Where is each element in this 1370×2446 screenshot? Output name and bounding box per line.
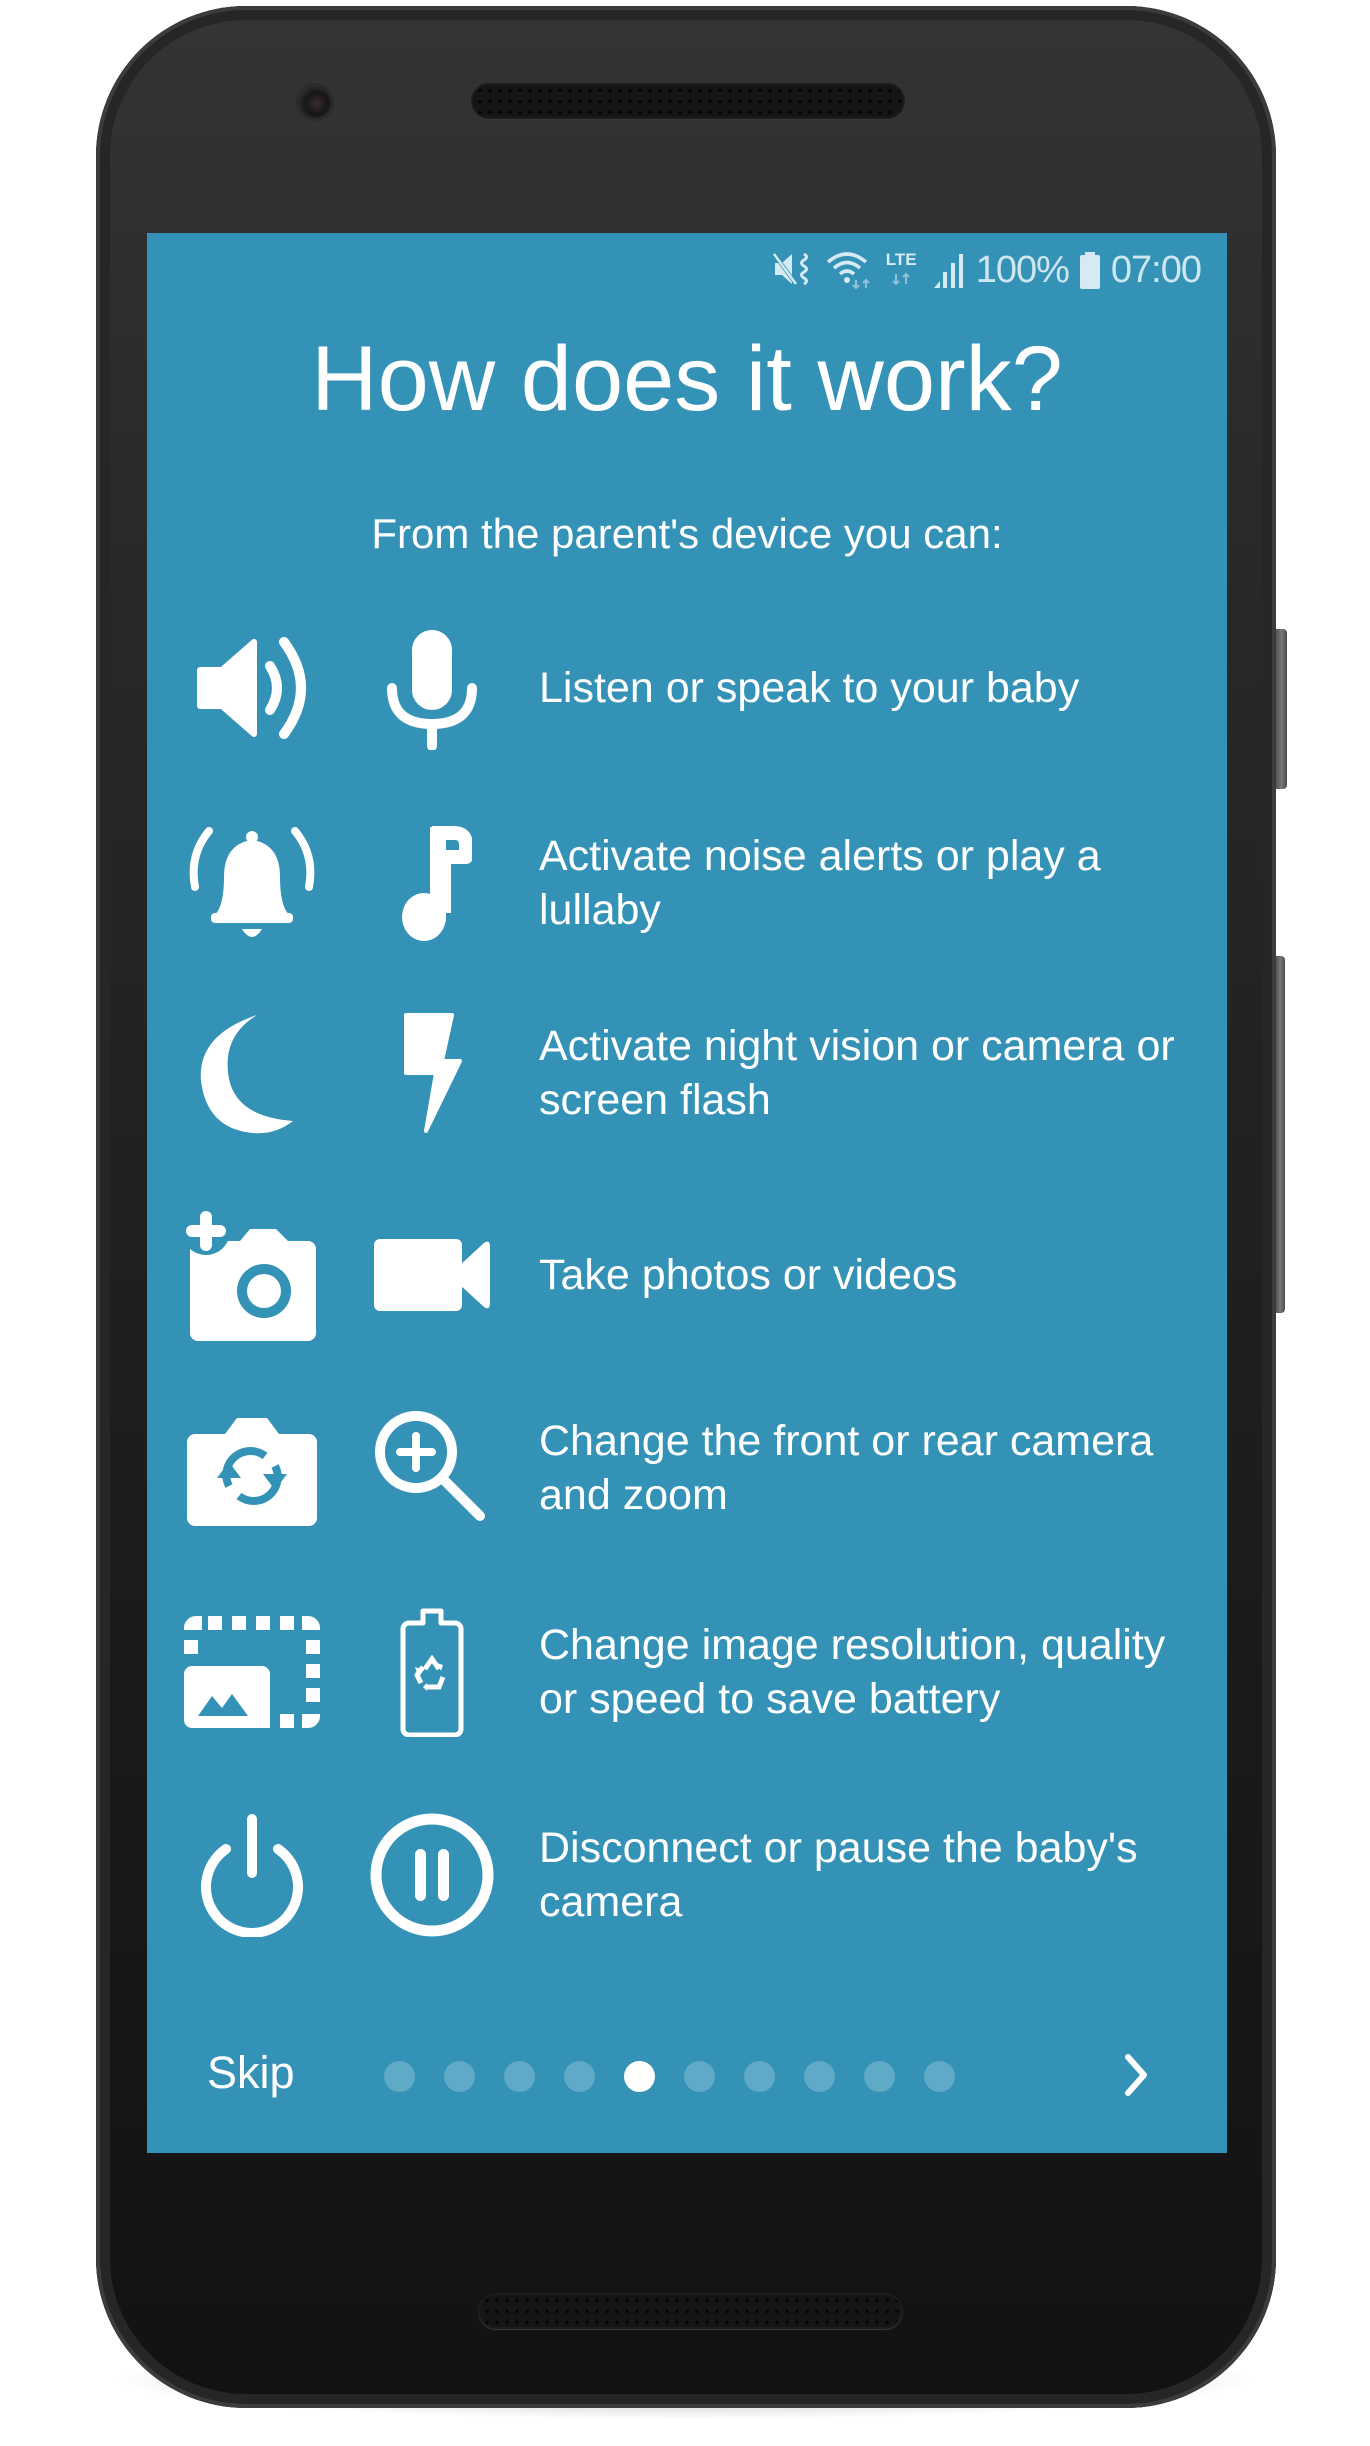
earpiece-speaker [471, 83, 905, 119]
page-dot[interactable] [864, 2061, 895, 2092]
lte-icon: LTE [886, 250, 922, 290]
front-camera [299, 86, 331, 118]
clock: 07:00 [1110, 248, 1202, 291]
battery-percent: 100% [975, 248, 1070, 291]
page-dot[interactable] [744, 2061, 775, 2092]
feature-text: Listen or speak to your baby [539, 664, 1080, 712]
page-dot[interactable] [444, 2061, 475, 2092]
onboarding-navigation: Skip [147, 2033, 1227, 2113]
feature-item: Change image resolution, quality or spee… [147, 1602, 1227, 1742]
next-button[interactable] [1107, 2045, 1167, 2105]
chevron-right-icon [1125, 2054, 1147, 2096]
bottom-speaker [478, 2293, 903, 2329]
image-resolution-icon [182, 1602, 322, 1742]
page-indicator [384, 2061, 955, 2092]
signal-icon [932, 250, 966, 290]
page-dot[interactable] [504, 2061, 535, 2092]
speaker-volume-icon [182, 618, 322, 758]
page-title: How does it work? [311, 328, 1063, 430]
feature-item: Listen or speak to your baby [147, 618, 1227, 758]
skip-button[interactable]: Skip [207, 2047, 295, 2099]
zoom-in-icon [362, 1398, 502, 1538]
page-subtitle: From the parent's device you can: [371, 510, 1003, 557]
feature-item: Take photos or videos [147, 1205, 1227, 1345]
page-dot[interactable] [384, 2061, 415, 2092]
microphone-icon [362, 618, 502, 758]
battery-icon [1079, 250, 1101, 290]
page-dot[interactable] [924, 2061, 955, 2092]
feature-text: Change the front or rear camera and zoom [539, 1417, 1154, 1519]
page-dot-active[interactable] [624, 2061, 655, 2092]
power-icon [182, 1805, 322, 1945]
moon-icon [182, 1003, 322, 1143]
feature-item: Change the front or rear camera and zoom [147, 1398, 1227, 1538]
feature-item: Activate night vision or camera or scree… [147, 1003, 1227, 1143]
eco-battery-icon [362, 1602, 502, 1742]
lte-label: LTE [885, 250, 917, 269]
pause-circle-icon [362, 1805, 502, 1945]
feature-text: Take photos or videos [539, 1251, 958, 1299]
status-bar: LTE 100% 07:00 [772, 248, 1202, 291]
music-note-icon [362, 813, 502, 953]
video-camera-icon [362, 1205, 502, 1345]
power-button [1276, 629, 1287, 789]
feature-item: Disconnect or pause the baby's camera [147, 1805, 1227, 1945]
feature-item: Activate noise alerts or play a lullaby [147, 813, 1227, 953]
page-dot[interactable] [564, 2061, 595, 2092]
feature-text: Activate night vision or camera or scree… [539, 1022, 1175, 1124]
flash-icon [362, 1003, 502, 1143]
vibrate-mute-icon [772, 250, 816, 290]
ringing-bell-icon [182, 813, 322, 953]
feature-text: Disconnect or pause the baby's camera [539, 1824, 1138, 1926]
switch-camera-icon [182, 1398, 322, 1538]
page-dot[interactable] [684, 2061, 715, 2092]
wifi-icon [826, 250, 876, 290]
feature-text: Change image resolution, quality or spee… [539, 1621, 1166, 1723]
add-photo-camera-icon [182, 1205, 322, 1345]
page-dot[interactable] [804, 2061, 835, 2092]
feature-text: Activate noise alerts or play a lullaby [539, 832, 1101, 934]
app-screen: LTE 100% 07:00 How does it work? From th… [147, 233, 1227, 2153]
volume-rocker [1276, 956, 1285, 1313]
